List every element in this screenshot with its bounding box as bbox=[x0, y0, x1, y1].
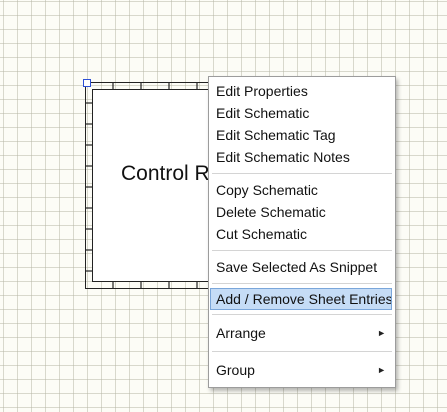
menu-item-group[interactable]: Group ► bbox=[211, 357, 392, 383]
menu-item-cut-schematic[interactable]: Cut Schematic bbox=[211, 223, 392, 245]
selection-handle[interactable] bbox=[83, 79, 91, 87]
submenu-arrow-icon: ► bbox=[377, 365, 386, 375]
menu-separator bbox=[212, 250, 392, 251]
schematic-title: Control R bbox=[121, 162, 210, 185]
schematic-block[interactable]: Control R bbox=[83, 79, 225, 289]
menu-item-edit-schematic[interactable]: Edit Schematic bbox=[211, 102, 392, 124]
menu-item-edit-properties[interactable]: Edit Properties bbox=[211, 80, 392, 102]
menu-item-arrange[interactable]: Arrange ► bbox=[211, 320, 392, 346]
menu-separator bbox=[212, 351, 392, 352]
menu-item-save-selected-as-snippet[interactable]: Save Selected As Snippet bbox=[211, 256, 392, 278]
menu-item-edit-schematic-tag[interactable]: Edit Schematic Tag bbox=[211, 124, 392, 146]
menu-item-arrange-label: Arrange bbox=[216, 325, 266, 341]
menu-separator bbox=[212, 283, 392, 284]
menu-separator bbox=[212, 173, 392, 174]
schematic-canvas[interactable]: Control R Edit Properties Edit Schematic… bbox=[0, 0, 447, 412]
menu-separator bbox=[212, 314, 392, 315]
submenu-arrow-icon: ► bbox=[377, 328, 386, 338]
menu-item-group-label: Group bbox=[216, 362, 255, 378]
menu-item-copy-schematic[interactable]: Copy Schematic bbox=[211, 179, 392, 201]
context-menu: Edit Properties Edit Schematic Edit Sche… bbox=[208, 76, 396, 388]
menu-item-add-remove-sheet-entries[interactable]: Add / Remove Sheet Entries bbox=[210, 288, 393, 310]
menu-item-delete-schematic[interactable]: Delete Schematic bbox=[211, 201, 392, 223]
menu-item-edit-schematic-notes[interactable]: Edit Schematic Notes bbox=[211, 146, 392, 168]
